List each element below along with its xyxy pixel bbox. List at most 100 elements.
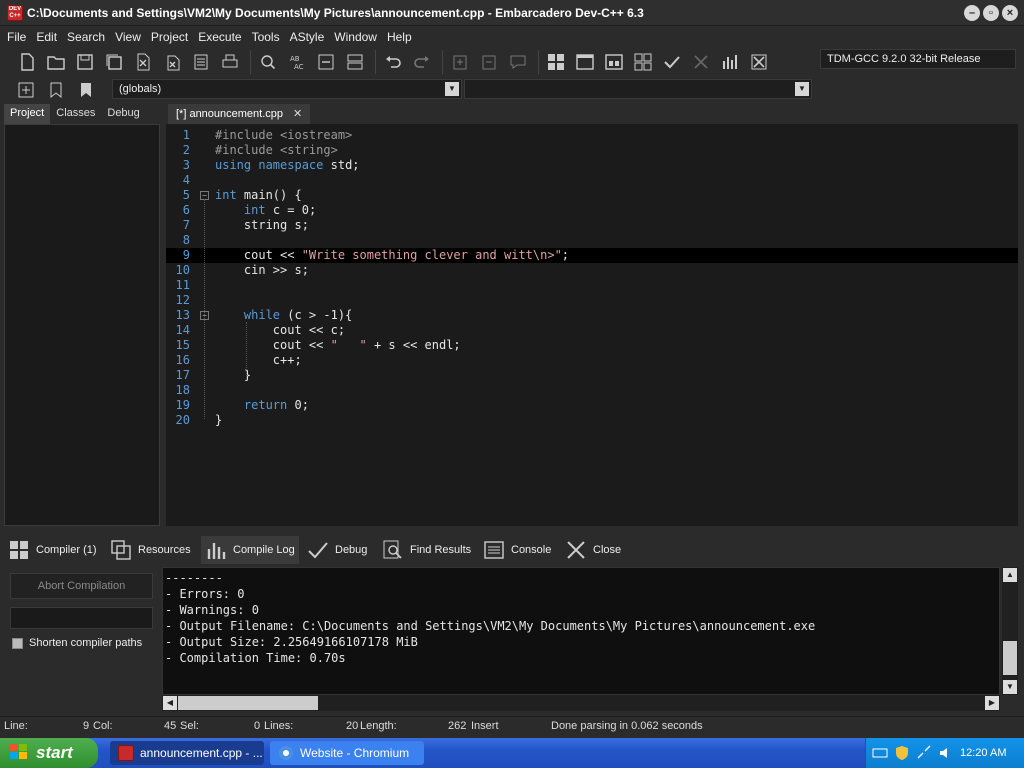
scroll-thumb[interactable] [1003, 641, 1017, 675]
new-file-icon[interactable] [14, 49, 40, 75]
tab-resources[interactable]: Resources [106, 536, 195, 564]
tab-debug-output[interactable]: Debug [303, 536, 371, 564]
stop-execution-icon[interactable] [688, 49, 714, 75]
editor-tab-announcement[interactable]: [*] announcement.cpp ✕ [168, 104, 311, 124]
menu-help[interactable]: Help [382, 27, 417, 47]
code-line: 11 [166, 278, 1018, 293]
tab-console-label: Console [511, 544, 552, 556]
close-file-icon[interactable] [130, 49, 156, 75]
project-browser[interactable] [4, 124, 160, 526]
keyboard-icon[interactable] [872, 745, 888, 761]
scroll-down-icon[interactable]: ▼ [1003, 680, 1017, 694]
maximize-button[interactable]: ▫ [983, 5, 999, 21]
delete-profile-icon[interactable] [746, 49, 772, 75]
rebuild-all-icon[interactable] [630, 49, 656, 75]
scroll-left-icon[interactable]: ◀ [163, 696, 177, 710]
shorten-paths-checkbox[interactable] [12, 637, 23, 649]
menu-tools[interactable]: Tools [247, 27, 285, 47]
code-line: 6 int c = 0; [166, 203, 1018, 218]
comment-icon[interactable] [505, 49, 531, 75]
class-browser-select[interactable]: (globals) ▼ [112, 79, 462, 99]
save-all-icon[interactable] [101, 49, 127, 75]
close-window-button[interactable]: × [1002, 5, 1018, 21]
member-select[interactable]: ▼ [464, 79, 812, 99]
toolbar-separator [442, 50, 443, 74]
print-icon[interactable] [217, 49, 243, 75]
line-number: 4 [182, 173, 190, 187]
compiler-select[interactable]: TDM-GCC 9.2.0 32-bit Release [820, 49, 1016, 69]
compile-icon[interactable] [543, 49, 569, 75]
redo-icon[interactable] [409, 49, 435, 75]
chevron-down-icon[interactable]: ▼ [445, 82, 459, 96]
undo-icon[interactable] [380, 49, 406, 75]
open-folder-icon[interactable] [43, 49, 69, 75]
clock[interactable]: 12:20 AM [960, 747, 1006, 759]
menu-view[interactable]: View [110, 27, 146, 47]
status-lines-value: 20 [346, 720, 359, 732]
code-text: string s; [215, 218, 309, 232]
toggle-bookmark-icon[interactable] [44, 79, 68, 101]
shorten-paths-option[interactable]: Shorten compiler paths [12, 637, 142, 649]
tab-compiler[interactable]: Compiler (1) [4, 536, 101, 564]
menu-window[interactable]: Window [329, 27, 382, 47]
close-tab-icon[interactable]: ✕ [293, 105, 302, 124]
tab-console[interactable]: Console [479, 536, 555, 564]
scroll-thumb[interactable] [178, 696, 318, 710]
tab-debug[interactable]: Debug [101, 104, 146, 124]
tab-project[interactable]: Project [4, 104, 51, 124]
menu-project[interactable]: Project [146, 27, 193, 47]
close-all-icon[interactable] [159, 49, 185, 75]
syntax-check-icon[interactable] [659, 49, 685, 75]
log-vertical-scrollbar[interactable]: ▲ ▼ [1002, 567, 1018, 695]
code-line: 14 cout << c; [166, 323, 1018, 338]
log-line: - Compilation Time: 0.70s [165, 651, 346, 665]
goto-line-icon[interactable] [313, 49, 339, 75]
scroll-up-icon[interactable]: ▲ [1003, 568, 1017, 582]
menu-file[interactable]: File [2, 27, 31, 47]
abort-compilation-button[interactable]: Abort Compilation [10, 573, 153, 599]
current-code-line: 9 cout << "Write something clever and wi… [166, 248, 1018, 263]
properties-icon[interactable] [188, 49, 214, 75]
close-panel-button[interactable]: Close [561, 536, 625, 564]
remove-project-icon[interactable] [476, 49, 502, 75]
security-shield-icon[interactable] [894, 745, 910, 761]
tab-find-results[interactable]: Find Results [378, 536, 475, 564]
log-horizontal-scrollbar[interactable]: ◀ ▶ [162, 695, 1000, 711]
new-project-icon[interactable] [447, 49, 473, 75]
menu-edit[interactable]: Edit [31, 27, 62, 47]
compile-run-icon[interactable] [601, 49, 627, 75]
svg-text:AB: AB [290, 55, 300, 63]
code-editor[interactable]: 1 #include <iostream> 2 #include <string> … [166, 124, 1018, 526]
insert-icon[interactable] [14, 79, 38, 101]
replace-icon[interactable]: AB AC [284, 49, 310, 75]
tab-compiler-label: Compiler (1) [36, 544, 97, 556]
compile-log-output[interactable]: -------- - Errors: 0 - Warnings: 0 - Out… [162, 567, 1000, 695]
save-icon[interactable] [72, 49, 98, 75]
menu-execute[interactable]: Execute [193, 27, 246, 47]
tab-compile-log[interactable]: Compile Log [201, 536, 299, 564]
code-text: cout << " " + s << endl; [215, 338, 461, 352]
code-line: 18 [166, 383, 1018, 398]
menu-search[interactable]: Search [62, 27, 110, 47]
scroll-right-icon[interactable]: ▶ [985, 696, 999, 710]
title-bar: DEV C++ C:\Documents and Settings\VM2\My… [0, 0, 1024, 26]
code-line: 2 #include <string> [166, 143, 1018, 158]
chevron-down-icon[interactable]: ▼ [795, 82, 809, 96]
run-icon[interactable] [572, 49, 598, 75]
taskbar-item-devcpp[interactable]: announcement.cpp - ... [110, 741, 264, 765]
minimize-button[interactable]: – [964, 5, 980, 21]
find-icon[interactable] [255, 49, 281, 75]
tab-classes[interactable]: Classes [50, 104, 102, 124]
split-view-icon[interactable] [342, 49, 368, 75]
start-button[interactable]: start [0, 738, 98, 768]
line-number: 3 [182, 158, 190, 172]
log-line: - Output Filename: C:\Documents and Sett… [165, 619, 816, 633]
volume-icon[interactable] [938, 745, 954, 761]
log-line: -------- [165, 571, 223, 585]
menu-astyle[interactable]: AStyle [285, 27, 330, 47]
taskbar-item-chromium[interactable]: Website - Chromium [270, 741, 424, 765]
status-sel-value: 0 [254, 720, 261, 732]
goto-bookmark-icon[interactable] [74, 79, 98, 101]
network-icon[interactable] [916, 745, 932, 761]
profile-icon[interactable] [717, 49, 743, 75]
